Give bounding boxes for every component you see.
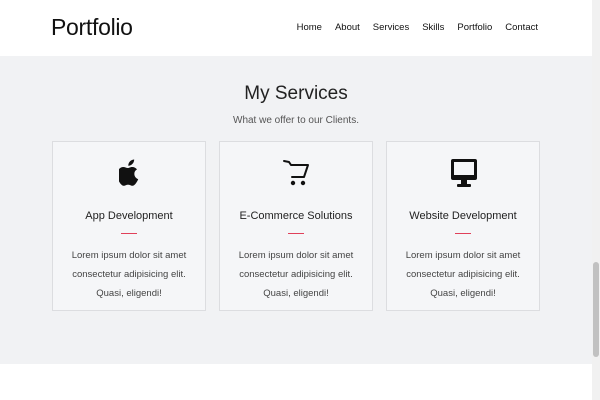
card-divider [121, 233, 137, 234]
next-section [0, 364, 592, 400]
card-title: E-Commerce Solutions [239, 210, 353, 222]
shopping-cart-icon [220, 156, 374, 190]
card-title: App Development [85, 210, 173, 222]
service-card-app-development: App Development Lorem ipsum dolor sit am… [52, 141, 206, 311]
card-text: Lorem ipsum dolor sit amet consectetur a… [405, 250, 521, 299]
card-text: Lorem ipsum dolor sit amet consectetur a… [238, 250, 354, 299]
card-text: Lorem ipsum dolor sit amet consectetur a… [71, 250, 187, 299]
card-divider [455, 233, 471, 234]
nav-link-portfolio[interactable]: Portfolio [457, 22, 492, 33]
scrollbar-thumb[interactable] [593, 262, 599, 357]
nav-link-home[interactable]: Home [297, 22, 322, 33]
main-nav: Home About Services Skills Portfolio Con… [297, 22, 538, 33]
scrollbar[interactable] [592, 0, 600, 400]
service-card-e-commerce: E-Commerce Solutions Lorem ipsum dolor s… [219, 141, 373, 311]
service-card-website-development: Website Development Lorem ipsum dolor si… [386, 141, 540, 311]
card-title: Website Development [409, 210, 517, 222]
site-header: Portfolio Home About Services Skills Por… [0, 0, 592, 56]
page: Portfolio Home About Services Skills Por… [0, 0, 600, 400]
site-logo[interactable]: Portfolio [51, 14, 133, 41]
nav-link-skills[interactable]: Skills [422, 22, 444, 33]
services-section: My Services What we offer to our Clients… [0, 56, 592, 364]
apple-icon [53, 156, 207, 190]
section-subtitle: What we offer to our Clients. [233, 115, 359, 126]
nav-link-services[interactable]: Services [373, 22, 409, 33]
nav-link-contact[interactable]: Contact [505, 22, 538, 33]
card-divider [288, 233, 304, 234]
desktop-icon [387, 156, 541, 190]
section-title: My Services [244, 83, 348, 104]
nav-link-about[interactable]: About [335, 22, 360, 33]
